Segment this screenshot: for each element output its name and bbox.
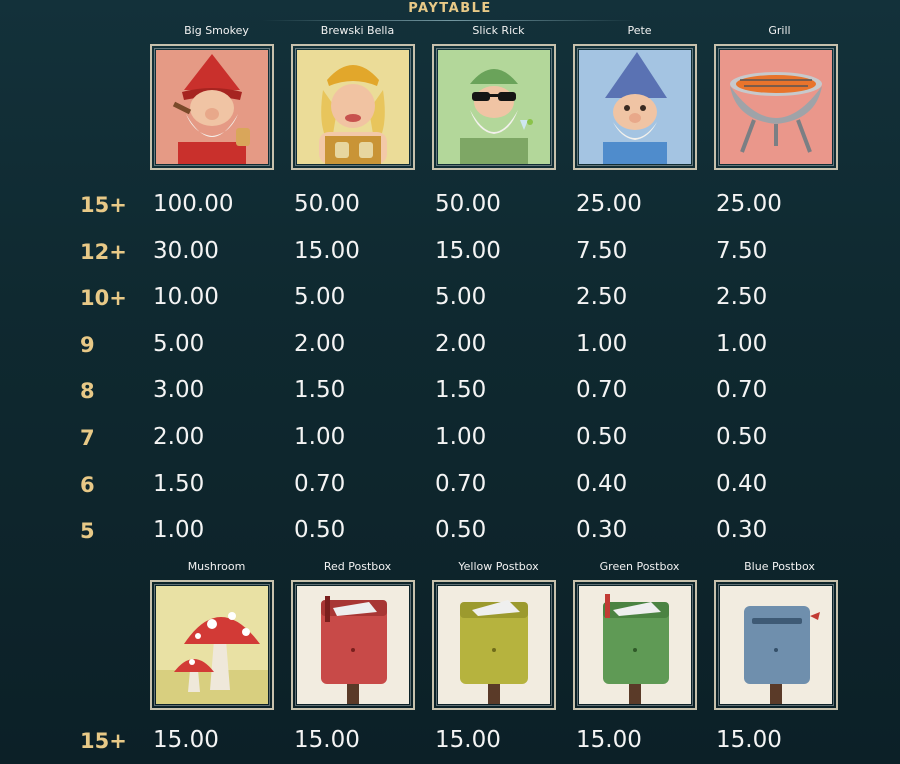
symbol-name-grill: Grill <box>768 24 791 37</box>
slick-rick-gnome-icon <box>438 50 550 164</box>
top-payout-r4-c2: 1.50 <box>435 377 487 404</box>
bottom-payout-r0-c1: 15.00 <box>294 727 360 753</box>
bottom-payout-r0-c3: 15.00 <box>576 727 642 753</box>
top-count-7: 5 <box>80 519 95 544</box>
symbol-name-red-postbox: Red Postbox <box>323 560 392 573</box>
top-payout-r1-c4: 7.50 <box>716 237 768 264</box>
bottom-payout-r0-c0: 15.00 <box>153 727 219 753</box>
symbol-name-brewski-bella: Brewski Bella <box>320 24 395 37</box>
symbol-card-pete <box>573 44 697 170</box>
symbol-card-red-postbox <box>291 580 415 710</box>
top-payout-r7-c2: 0.50 <box>435 517 487 544</box>
blue-postbox-icon <box>720 586 832 704</box>
top-payout-r5-c1: 1.00 <box>294 424 346 450</box>
top-payout-r3-c4: 1.00 <box>716 330 768 357</box>
symbol-name-pete: Pete <box>627 24 652 37</box>
symbol-name-yellow-postbox: Yellow Postbox <box>458 560 539 573</box>
top-payout-r2-c1: 5.00 <box>294 284 346 311</box>
top-payout-r1-c3: 7.50 <box>576 237 628 264</box>
brewski-bella-gnome-icon <box>297 50 409 164</box>
top-payout-r5-c3: 0.50 <box>576 424 628 450</box>
symbol-card-blue-postbox <box>714 580 838 710</box>
top-payout-r3-c2: 2.00 <box>435 330 487 357</box>
top-payout-r1-c1: 15.00 <box>294 237 360 264</box>
title-divider <box>262 20 638 21</box>
top-count-6: 6 <box>80 472 95 497</box>
symbol-card-mushroom <box>150 580 274 710</box>
top-payout-r0-c4: 25.00 <box>716 191 782 217</box>
top-payout-r3-c0: 5.00 <box>153 330 205 357</box>
top-payout-r5-c2: 1.00 <box>435 424 487 450</box>
top-payout-r2-c2: 5.00 <box>435 284 487 311</box>
top-count-1: 12+ <box>80 239 127 264</box>
top-payout-r6-c2: 0.70 <box>435 470 487 497</box>
symbol-card-brewski-bella <box>291 44 415 170</box>
bottom-payout-r0-c2: 15.00 <box>435 727 501 753</box>
top-payout-r3-c3: 1.00 <box>576 330 628 357</box>
top-count-2: 10+ <box>80 286 127 311</box>
top-payout-r0-c1: 50.00 <box>294 191 360 217</box>
top-payout-r6-c3: 0.40 <box>576 470 628 497</box>
top-count-0: 15+ <box>80 193 127 217</box>
top-payout-r1-c0: 30.00 <box>153 237 219 264</box>
pete-gnome-icon <box>579 50 691 164</box>
top-payout-r4-c4: 0.70 <box>716 377 768 404</box>
symbol-name-green-postbox: Green Postbox <box>599 560 680 573</box>
symbol-card-green-postbox <box>573 580 697 710</box>
red-postbox-icon <box>297 586 409 704</box>
yellow-postbox-icon <box>438 586 550 704</box>
top-payout-r3-c1: 2.00 <box>294 330 346 357</box>
green-postbox-icon <box>579 586 691 704</box>
paytable-header: PAYTABLE <box>0 0 900 22</box>
top-payout-r7-c3: 0.30 <box>576 517 628 544</box>
big-smokey-gnome-icon <box>156 50 268 164</box>
symbol-name-slick-rick: Slick Rick <box>472 24 525 37</box>
symbol-card-grill <box>714 44 838 170</box>
bottom-count-0: 15+ <box>80 729 127 753</box>
top-payout-r4-c3: 0.70 <box>576 377 628 404</box>
top-count-4: 8 <box>80 379 95 404</box>
top-payout-r4-c1: 1.50 <box>294 377 346 404</box>
top-payout-r4-c0: 3.00 <box>153 377 205 404</box>
symbol-card-slick-rick <box>432 44 556 170</box>
top-payout-r0-c3: 25.00 <box>576 191 642 217</box>
top-count-5: 7 <box>80 426 95 450</box>
symbol-name-blue-postbox: Blue Postbox <box>744 560 815 573</box>
top-payout-r7-c4: 0.30 <box>716 517 768 544</box>
symbol-name-mushroom: Mushroom <box>187 560 246 573</box>
top-payout-r0-c0: 100.00 <box>153 191 234 217</box>
mushroom-icon <box>156 586 268 704</box>
top-count-3: 9 <box>80 332 95 357</box>
symbol-name-big-smokey: Big Smokey <box>184 24 249 37</box>
symbol-card-yellow-postbox <box>432 580 556 710</box>
top-payout-r1-c2: 15.00 <box>435 237 501 264</box>
top-payout-r0-c2: 50.00 <box>435 191 501 217</box>
top-payout-r5-c4: 0.50 <box>716 424 768 450</box>
top-payout-r5-c0: 2.00 <box>153 424 205 450</box>
top-payout-r2-c4: 2.50 <box>716 284 768 311</box>
top-payout-r6-c4: 0.40 <box>716 470 768 497</box>
top-payout-r7-c1: 0.50 <box>294 517 346 544</box>
paytable-title: PAYTABLE <box>408 1 492 16</box>
top-payout-r7-c0: 1.00 <box>153 517 205 544</box>
top-payout-r6-c1: 0.70 <box>294 470 346 497</box>
grill-icon <box>720 50 832 164</box>
top-payout-r2-c3: 2.50 <box>576 284 628 311</box>
top-payout-r2-c0: 10.00 <box>153 284 219 311</box>
symbol-card-big-smokey <box>150 44 274 170</box>
bottom-payout-r0-c4: 15.00 <box>716 727 782 753</box>
top-payout-r6-c0: 1.50 <box>153 470 205 497</box>
